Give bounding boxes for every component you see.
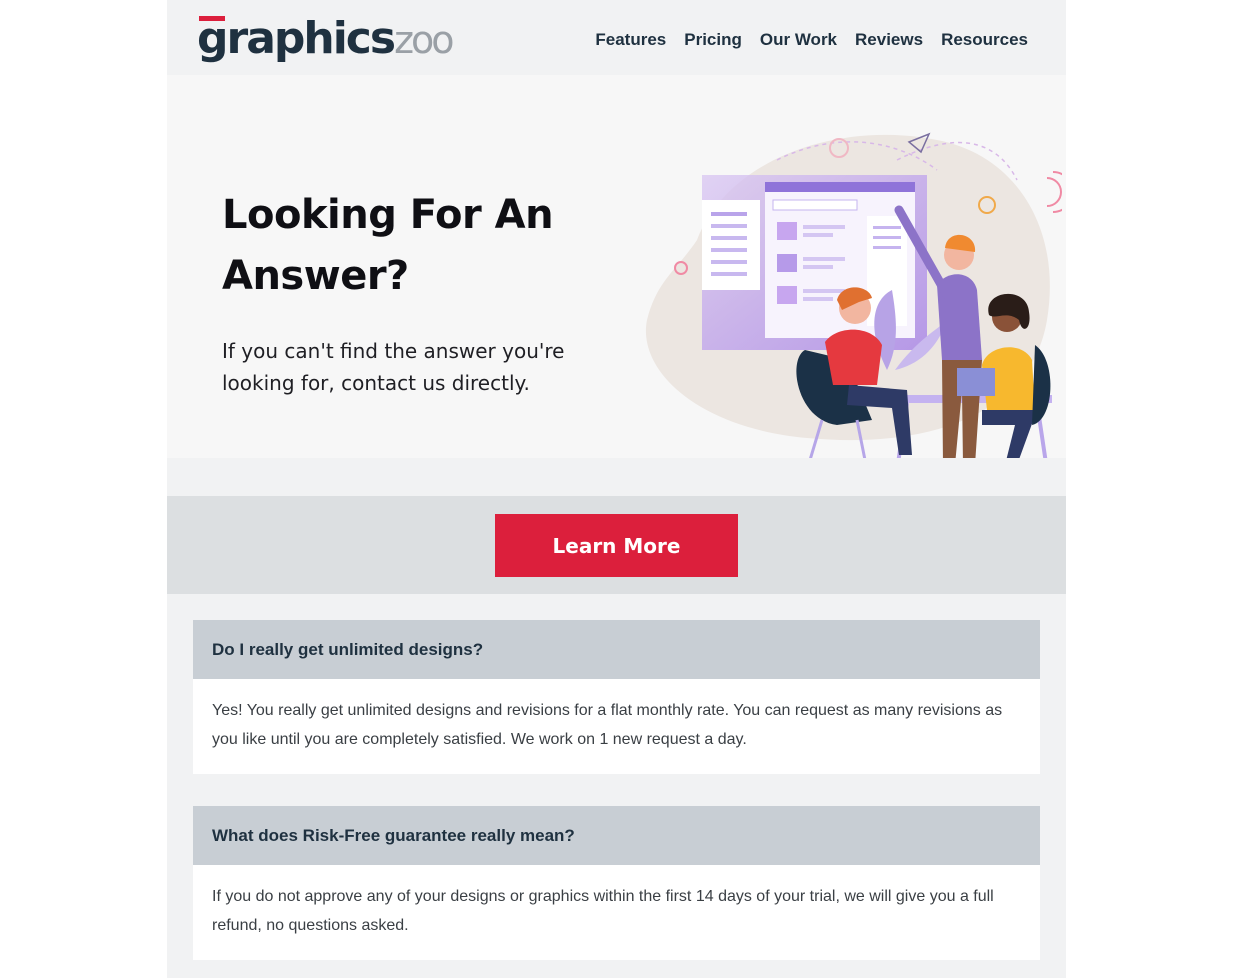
hero-subtitle: If you can't find the answer you're look… — [222, 339, 565, 395]
faq-item: What does Risk-Free guarantee really mea… — [193, 806, 1040, 960]
header: graphicszoo Features Pricing Our Work Re… — [167, 0, 1066, 75]
cta-band: Learn More — [167, 496, 1066, 594]
faq-question[interactable]: Do I really get unlimited designs? — [193, 620, 1040, 679]
logo-accent-text: zoo — [394, 18, 454, 62]
learn-more-button[interactable]: Learn More — [495, 514, 738, 577]
faq-answer: If you do not approve any of your design… — [193, 865, 1040, 960]
faq-item: Do I really get unlimited designs? Yes! … — [193, 620, 1040, 774]
main-nav: Features Pricing Our Work Reviews Resour… — [595, 30, 1028, 50]
hero-divider-strip — [167, 458, 1066, 496]
faq-question[interactable]: What does Risk-Free guarantee really mea… — [193, 806, 1040, 865]
email-container: graphicszoo Features Pricing Our Work Re… — [167, 0, 1066, 978]
nav-pricing[interactable]: Pricing — [684, 30, 742, 50]
nav-features[interactable]: Features — [595, 30, 666, 50]
faq-answer: Yes! You really get unlimited designs an… — [193, 679, 1040, 774]
nav-reviews[interactable]: Reviews — [855, 30, 923, 50]
hero-section: Looking For An Answer? If you can't find… — [167, 75, 1066, 475]
hero-title: Looking For An Answer? — [222, 192, 554, 299]
nav-our-work[interactable]: Our Work — [760, 30, 837, 50]
graphicszoo-logo[interactable]: graphicszoo — [197, 10, 457, 66]
nav-resources[interactable]: Resources — [941, 30, 1028, 50]
logo-main-text: graphics — [197, 13, 396, 64]
team-collaboration-illustration — [645, 132, 1062, 475]
